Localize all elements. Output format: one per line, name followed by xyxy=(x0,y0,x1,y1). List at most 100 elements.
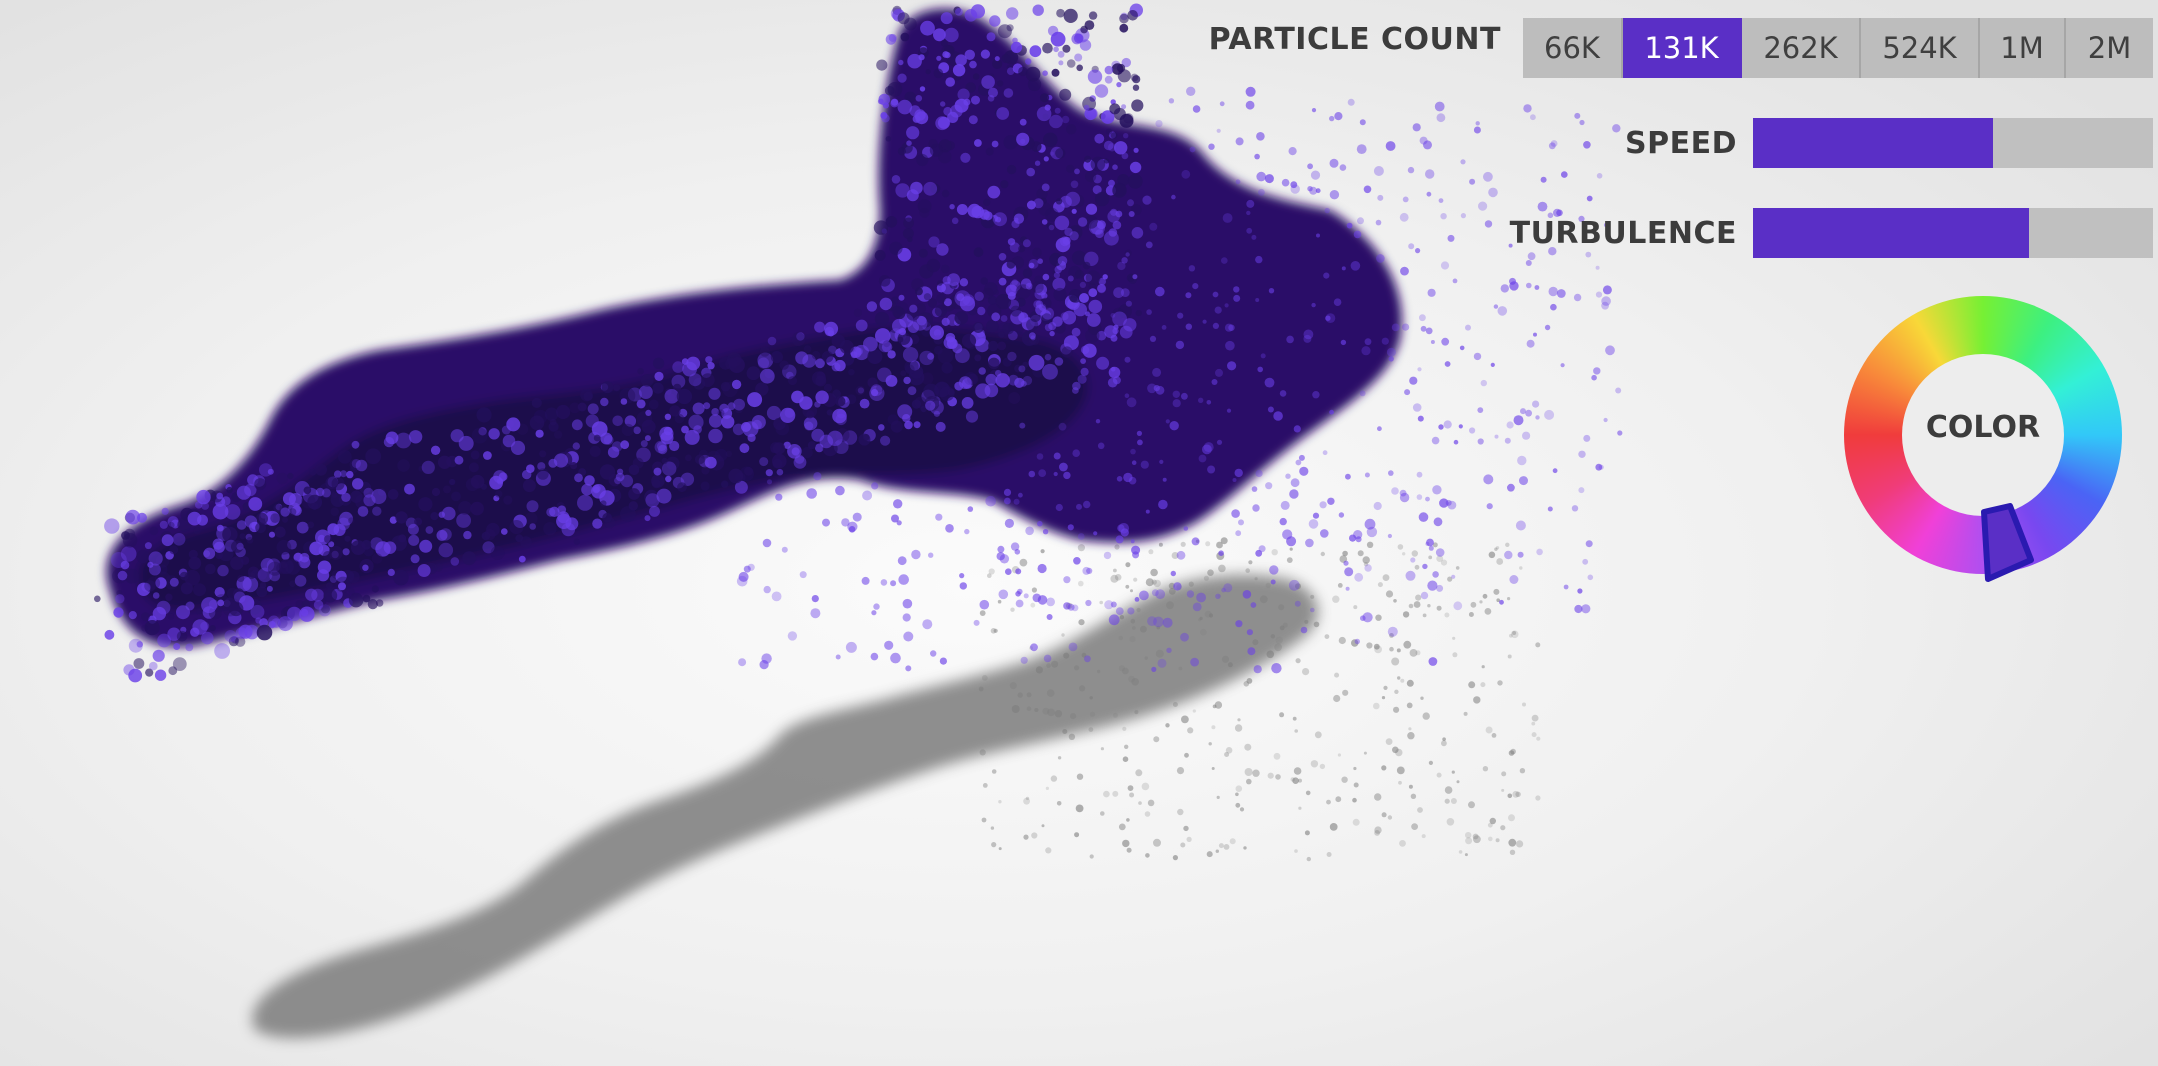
particle-dot xyxy=(733,398,745,411)
shadow-dot xyxy=(991,769,997,774)
shadow-dot xyxy=(1406,679,1414,687)
particle-dot xyxy=(1416,494,1423,500)
particle-dot xyxy=(1036,106,1052,122)
color-wheel[interactable]: COLOR xyxy=(1838,290,2128,590)
shadow-dot xyxy=(1097,669,1101,674)
particle-dot xyxy=(1459,345,1465,351)
particle-dot xyxy=(1149,335,1157,342)
shadow-dot xyxy=(1187,727,1194,734)
particle-dot xyxy=(1053,46,1059,53)
particle-dot xyxy=(1076,64,1083,72)
particle-dot xyxy=(1111,63,1124,75)
particle-dot xyxy=(1221,257,1228,264)
particle-dot xyxy=(1025,526,1034,536)
color-selector-handle-icon[interactable] xyxy=(1838,290,2128,590)
shadow-dot xyxy=(1310,594,1315,599)
shadow-dot xyxy=(1030,602,1036,608)
shadow-dot xyxy=(1338,636,1346,645)
particle-dot xyxy=(1211,379,1218,385)
shadow-dot xyxy=(1186,836,1192,843)
shadow-dot xyxy=(1023,834,1029,840)
particle-count-option-2m[interactable]: 2M xyxy=(2066,18,2153,78)
particle-dot xyxy=(1162,617,1173,628)
particle-dot xyxy=(858,433,871,446)
particle-dot xyxy=(1556,289,1566,298)
speed-slider[interactable] xyxy=(1753,118,2153,168)
particle-dot xyxy=(1307,163,1313,170)
particle-dot xyxy=(430,511,439,521)
particle-dot xyxy=(1490,362,1495,367)
particle-dot xyxy=(861,576,870,585)
shadow-dot xyxy=(1417,807,1423,813)
particle-count-option-262k[interactable]: 262K xyxy=(1742,18,1861,78)
shadow-dot xyxy=(1375,614,1382,621)
particle-dot xyxy=(1165,419,1170,424)
shadow-dot xyxy=(1332,595,1340,603)
particle-dot xyxy=(410,554,420,564)
particle-dot xyxy=(998,252,1007,261)
particle-dot xyxy=(104,629,115,640)
particle-dot xyxy=(1026,167,1035,177)
particle-count-option-66k[interactable]: 66K xyxy=(1523,18,1623,78)
particle-dot xyxy=(1513,415,1524,426)
particle-count-selector[interactable]: 66K 131K 262K 524K 1M 2M xyxy=(1523,18,2153,78)
shadow-dot xyxy=(1482,593,1488,599)
particle-dot xyxy=(236,542,244,551)
shadow-dot xyxy=(1407,732,1415,740)
shadow-dot xyxy=(1531,721,1536,726)
particle-dot xyxy=(471,427,488,444)
particle-dot xyxy=(1048,322,1057,331)
particle-dot xyxy=(806,488,817,499)
particle-dot xyxy=(620,398,628,405)
particle-dot xyxy=(827,430,843,446)
shadow-dot xyxy=(1342,550,1348,557)
turbulence-slider[interactable] xyxy=(1753,208,2153,258)
particle-dot xyxy=(205,563,216,575)
particle-dot xyxy=(1112,183,1127,198)
particle-dot xyxy=(720,381,731,392)
particle-dot xyxy=(1146,309,1152,315)
particle-dot xyxy=(991,140,999,148)
shadow-dot xyxy=(1406,702,1413,709)
particle-dot xyxy=(1007,291,1016,300)
particle-dot xyxy=(529,523,536,530)
particle-dot xyxy=(1058,422,1067,431)
particle-dot xyxy=(890,99,899,108)
particle-dot xyxy=(897,12,910,25)
particle-dot xyxy=(439,528,452,541)
particle-dot xyxy=(1018,66,1028,77)
shadow-dot xyxy=(1473,696,1481,704)
particle-dot xyxy=(959,582,967,590)
particle-dot xyxy=(1022,239,1031,248)
particle-dot xyxy=(1115,607,1124,615)
particle-dot xyxy=(804,421,814,431)
particle-dot xyxy=(248,497,263,511)
particle-dot xyxy=(117,570,128,581)
particle-count-option-524k[interactable]: 524K xyxy=(1861,18,1980,78)
particle-dot xyxy=(1049,330,1055,337)
particle-dot xyxy=(787,631,798,641)
particle-dot xyxy=(1071,33,1083,45)
particle-dot xyxy=(891,175,901,184)
shadow-dot xyxy=(1535,642,1541,648)
particle-dot xyxy=(1000,315,1008,322)
particle-dot xyxy=(1108,228,1118,237)
particle-dot xyxy=(997,545,1005,553)
particle-dot xyxy=(1280,500,1290,510)
particle-dot xyxy=(937,348,954,364)
particle-dot xyxy=(1042,70,1048,76)
shadow-dot xyxy=(1188,581,1194,587)
shadow-dot xyxy=(1389,646,1394,652)
shadow-dot xyxy=(1244,743,1252,751)
particle-dot xyxy=(228,601,244,617)
particle-dot xyxy=(1377,194,1384,201)
particle-dot xyxy=(998,277,1007,286)
particle-dot xyxy=(652,357,665,369)
particle-dot xyxy=(1226,408,1232,413)
shadow-dot xyxy=(1177,808,1184,816)
particle-dot xyxy=(1083,500,1091,509)
particle-dot xyxy=(987,340,999,352)
particle-count-option-131k[interactable]: 131K xyxy=(1623,18,1742,78)
particle-count-option-1m[interactable]: 1M xyxy=(1980,18,2066,78)
particle-dot xyxy=(141,624,149,632)
